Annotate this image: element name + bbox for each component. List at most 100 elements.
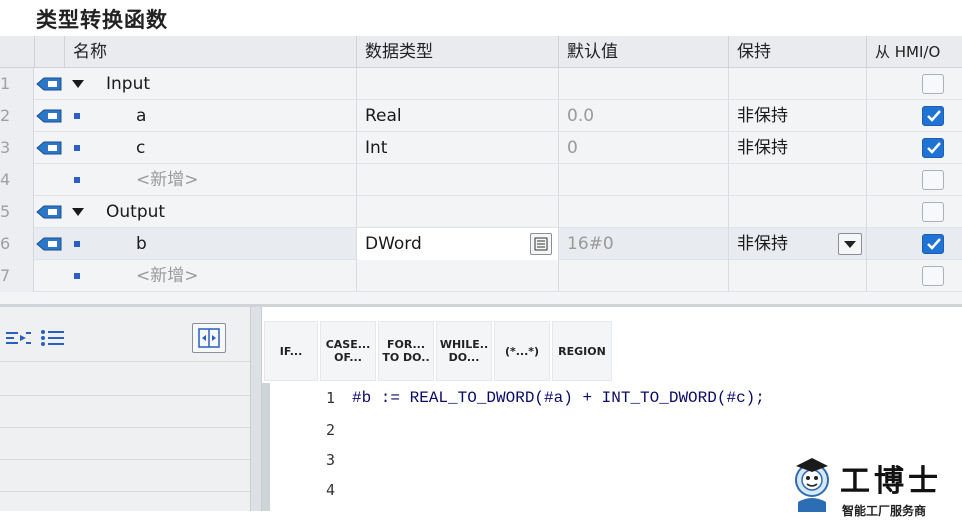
param-retain[interactable]: 非保持 xyxy=(728,132,866,164)
row-number: 2 xyxy=(0,100,34,132)
code-gutter xyxy=(262,383,270,511)
header-retain[interactable]: 保持 xyxy=(728,36,866,68)
region-label: REGION xyxy=(558,344,606,358)
table-row[interactable]: 5 Output xyxy=(0,196,962,228)
divider xyxy=(0,361,250,362)
hmi-checkbox[interactable] xyxy=(922,106,944,126)
pane-splitter[interactable] xyxy=(250,307,262,511)
retain-dropdown-button[interactable] xyxy=(838,233,862,255)
param-retain[interactable] xyxy=(728,196,866,228)
hmi-checkbox[interactable] xyxy=(922,234,944,254)
scl-instruction-toolbar: IF... CASE... OF... FOR... TO DO.. WHILE..… xyxy=(262,321,962,381)
case-label-1: CASE... xyxy=(325,338,371,351)
param-default[interactable] xyxy=(558,260,728,292)
hmi-checkbox[interactable] xyxy=(922,74,944,94)
param-name[interactable]: c xyxy=(96,132,356,164)
table-row-selected[interactable]: 6 b DWord 16#0 非保持 xyxy=(0,228,962,260)
table-row[interactable]: 2 a Real 0.0 非保持 xyxy=(0,100,962,132)
mascot-logo-icon xyxy=(795,458,829,512)
block-title: 类型转换函数 xyxy=(36,8,168,32)
add-new-param[interactable]: <新增> xyxy=(96,260,356,292)
param-type[interactable] xyxy=(356,68,558,100)
while-button[interactable]: WHILE.. DO... xyxy=(436,321,492,381)
param-type[interactable] xyxy=(356,196,558,228)
for-button[interactable]: FOR... TO DO.. xyxy=(378,321,434,381)
bullet-icon xyxy=(74,177,80,183)
header-hmi-access[interactable]: 从 HMI/O xyxy=(866,36,962,68)
line-number: 2 xyxy=(325,421,335,439)
param-retain[interactable] xyxy=(728,68,866,100)
param-default[interactable]: 0.0 xyxy=(558,100,728,132)
header-data-type[interactable]: 数据类型 xyxy=(356,36,558,68)
expand-triangle-icon[interactable] xyxy=(72,208,84,216)
table-row[interactable]: 7 <新增> xyxy=(0,260,962,292)
input-param-icon xyxy=(36,109,62,123)
param-retain[interactable]: 非保持 xyxy=(728,100,866,132)
for-label-1: FOR... xyxy=(386,338,426,351)
block-title-bar: 类型转换函数 xyxy=(0,0,962,36)
param-default[interactable] xyxy=(558,68,728,100)
param-retain[interactable] xyxy=(728,260,866,292)
param-type[interactable] xyxy=(356,164,558,196)
comment-button[interactable]: (*...*) xyxy=(494,321,550,381)
divider xyxy=(0,395,250,396)
param-retain[interactable] xyxy=(728,164,866,196)
brand-logo: 工博士 智能工厂服务商 xyxy=(788,452,958,522)
output-param-icon xyxy=(36,205,62,219)
type-list-button[interactable] xyxy=(530,233,552,255)
chevron-down-icon xyxy=(844,241,856,248)
param-name[interactable]: a xyxy=(96,100,356,132)
param-type[interactable]: DWord xyxy=(356,228,558,260)
param-type[interactable]: Real xyxy=(356,100,558,132)
hmi-checkbox[interactable] xyxy=(922,202,944,222)
hmi-cell xyxy=(866,260,962,292)
add-new-param[interactable]: <新增> xyxy=(96,164,356,196)
hmi-checkbox[interactable] xyxy=(922,170,944,190)
param-type[interactable]: Int xyxy=(356,132,558,164)
param-name[interactable]: Output xyxy=(96,196,356,228)
indent-icon[interactable] xyxy=(4,331,32,345)
param-default[interactable] xyxy=(558,196,728,228)
param-default[interactable] xyxy=(558,164,728,196)
hmi-cell xyxy=(866,164,962,196)
input-param-icon xyxy=(36,77,62,91)
hmi-checkbox[interactable] xyxy=(922,138,944,158)
hmi-checkbox[interactable] xyxy=(922,266,944,286)
param-default[interactable]: 0 xyxy=(558,132,728,164)
hmi-cell xyxy=(866,132,962,164)
param-name[interactable]: b xyxy=(96,228,356,260)
while-label-2: DO... xyxy=(448,351,480,364)
expand-triangle-icon[interactable] xyxy=(72,80,84,88)
param-name[interactable]: Input xyxy=(96,68,356,100)
table-row[interactable]: 1 Input xyxy=(0,68,962,100)
table-row[interactable]: 3 c Int 0 非保持 xyxy=(0,132,962,164)
header-name[interactable]: 名称 xyxy=(64,36,356,68)
param-type[interactable] xyxy=(356,260,558,292)
row-number: 4 xyxy=(0,164,34,196)
header-num-col xyxy=(0,36,34,68)
comment-label: (*...*) xyxy=(504,344,540,358)
divider xyxy=(0,459,250,460)
split-view-button[interactable] xyxy=(192,323,226,353)
list-numbering-icon[interactable] xyxy=(40,329,66,347)
table-row[interactable]: 4 <新增> xyxy=(0,164,962,196)
if-button[interactable]: IF... xyxy=(264,321,318,381)
divider xyxy=(0,491,250,492)
input-param-icon xyxy=(36,141,62,155)
line-number: 3 xyxy=(325,451,335,469)
region-button[interactable]: REGION xyxy=(552,321,612,381)
list-icon xyxy=(534,237,548,251)
row-number: 1 xyxy=(0,68,34,100)
divider xyxy=(0,427,250,428)
hmi-cell xyxy=(866,100,962,132)
brand-name: 工博士 xyxy=(840,464,942,499)
code-line[interactable]: #b := REAL_TO_DWORD(#a) + INT_TO_DWORD(#… xyxy=(352,389,765,407)
bullet-icon xyxy=(74,145,80,151)
interface-table: 名称 数据类型 默认值 保持 从 HMI/O 1 Input 2 a Real … xyxy=(0,36,962,304)
param-default[interactable]: 16#0 xyxy=(558,228,728,260)
header-default-value[interactable]: 默认值 xyxy=(558,36,728,68)
row-number: 3 xyxy=(0,132,34,164)
table-header: 名称 数据类型 默认值 保持 从 HMI/O xyxy=(0,36,962,68)
bullet-icon xyxy=(74,273,80,279)
case-button[interactable]: CASE... OF... xyxy=(320,321,376,381)
